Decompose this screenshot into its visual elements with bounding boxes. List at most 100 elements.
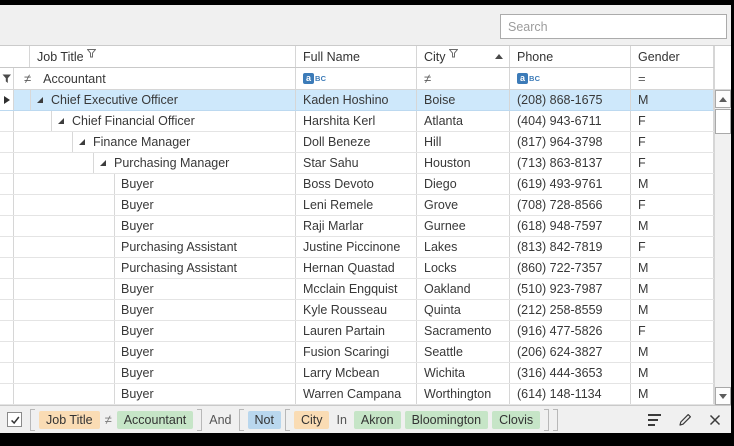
column-header-full-name[interactable]: Full Name bbox=[296, 46, 417, 67]
filter-field-chip[interactable]: City bbox=[294, 411, 330, 429]
job-title-cell[interactable]: Buyer bbox=[14, 363, 296, 383]
city-cell[interactable]: Houston bbox=[417, 153, 510, 173]
gender-cell[interactable]: M bbox=[631, 90, 714, 110]
filter-menu-icon[interactable] bbox=[648, 414, 661, 426]
full-name-cell[interactable]: Justine Piccinone bbox=[296, 237, 417, 257]
filter-funnel-icon[interactable] bbox=[87, 49, 96, 58]
job-title-cell[interactable]: Purchasing Manager bbox=[14, 153, 296, 173]
tree-expander-icon[interactable] bbox=[100, 160, 106, 166]
gender-cell[interactable]: M bbox=[631, 384, 714, 404]
close-filter-icon[interactable] bbox=[709, 414, 721, 426]
city-cell[interactable]: Seattle bbox=[417, 342, 510, 362]
gender-cell[interactable]: M bbox=[631, 342, 714, 362]
table-row[interactable]: Purchasing AssistantHernan QuastadLocks(… bbox=[0, 258, 714, 279]
filter-not-chip[interactable]: Not bbox=[248, 411, 281, 429]
scroll-up-button[interactable] bbox=[715, 90, 731, 108]
table-row[interactable]: BuyerWarren CampanaWorthington(614) 148-… bbox=[0, 384, 714, 405]
filter-keyword-token[interactable]: In bbox=[333, 413, 349, 427]
search-input[interactable] bbox=[500, 14, 727, 39]
job-title-cell[interactable]: Chief Executive Officer bbox=[14, 90, 296, 110]
gender-cell[interactable]: F bbox=[631, 321, 714, 341]
phone-cell[interactable]: (316) 444-3653 bbox=[510, 363, 631, 383]
column-header-city[interactable]: City bbox=[417, 46, 510, 67]
table-row[interactable]: Chief Executive OfficerKaden HoshinoBois… bbox=[0, 90, 714, 111]
full-name-cell[interactable]: Doll Beneze bbox=[296, 132, 417, 152]
phone-cell[interactable]: (206) 624-3827 bbox=[510, 342, 631, 362]
job-title-cell[interactable]: Buyer bbox=[14, 321, 296, 341]
city-cell[interactable]: Wichita bbox=[417, 363, 510, 383]
job-title-cell[interactable]: Purchasing Assistant bbox=[14, 237, 296, 257]
filter-value-chip[interactable]: Bloomington bbox=[405, 411, 489, 429]
phone-cell[interactable]: (212) 258-8559 bbox=[510, 300, 631, 320]
table-row[interactable]: BuyerFusion ScaringiSeattle(206) 624-382… bbox=[0, 342, 714, 363]
filter-cell-gender[interactable]: = bbox=[631, 68, 714, 89]
column-header-job-title[interactable]: Job Title bbox=[30, 46, 296, 67]
phone-cell[interactable]: (614) 148-1134 bbox=[510, 384, 631, 404]
gender-cell[interactable]: M bbox=[631, 300, 714, 320]
phone-cell[interactable]: (713) 863-8137 bbox=[510, 153, 631, 173]
filter-funnel-icon[interactable] bbox=[449, 49, 458, 58]
job-title-cell[interactable]: Buyer bbox=[14, 384, 296, 404]
table-row[interactable]: Finance ManagerDoll BenezeHill(817) 964-… bbox=[0, 132, 714, 153]
phone-cell[interactable]: (817) 964-3798 bbox=[510, 132, 631, 152]
city-cell[interactable]: Grove bbox=[417, 195, 510, 215]
full-name-cell[interactable]: Mcclain Engquist bbox=[296, 279, 417, 299]
filter-operator-token[interactable]: ≠ bbox=[104, 412, 113, 427]
full-name-cell[interactable]: Raji Marlar bbox=[296, 216, 417, 236]
phone-cell[interactable]: (619) 493-9761 bbox=[510, 174, 631, 194]
full-name-cell[interactable]: Kyle Rousseau bbox=[296, 300, 417, 320]
filter-cell-city[interactable]: ≠ bbox=[417, 68, 510, 89]
city-cell[interactable]: Sacramento bbox=[417, 321, 510, 341]
city-cell[interactable]: Gurnee bbox=[417, 216, 510, 236]
scrollbar-thumb[interactable] bbox=[715, 109, 731, 134]
filter-operator[interactable]: ≠ bbox=[24, 71, 31, 86]
city-cell[interactable]: Hill bbox=[417, 132, 510, 152]
filter-value-chip[interactable]: Clovis bbox=[492, 411, 540, 429]
tree-expander-icon[interactable] bbox=[79, 139, 85, 145]
full-name-cell[interactable]: Star Sahu bbox=[296, 153, 417, 173]
job-title-cell[interactable]: Chief Financial Officer bbox=[14, 111, 296, 131]
filter-cell-phone[interactable]: a BC bbox=[510, 68, 631, 89]
city-cell[interactable]: Boise bbox=[417, 90, 510, 110]
city-cell[interactable]: Diego bbox=[417, 174, 510, 194]
city-cell[interactable]: Atlanta bbox=[417, 111, 510, 131]
phone-cell[interactable]: (618) 948-7597 bbox=[510, 216, 631, 236]
edit-filter-icon[interactable] bbox=[678, 413, 692, 427]
gender-cell[interactable]: M bbox=[631, 216, 714, 236]
table-row[interactable]: Chief Financial OfficerHarshita KerlAtla… bbox=[0, 111, 714, 132]
city-cell[interactable]: Oakland bbox=[417, 279, 510, 299]
table-row[interactable]: Purchasing ManagerStar SahuHouston(713) … bbox=[0, 153, 714, 174]
full-name-cell[interactable]: Boss Devoto bbox=[296, 174, 417, 194]
table-row[interactable]: BuyerRaji MarlarGurnee(618) 948-7597M bbox=[0, 216, 714, 237]
job-title-cell[interactable]: Buyer bbox=[14, 216, 296, 236]
job-title-cell[interactable]: Finance Manager bbox=[14, 132, 296, 152]
column-header-phone[interactable]: Phone bbox=[510, 46, 631, 67]
gender-cell[interactable]: F bbox=[631, 111, 714, 131]
phone-cell[interactable]: (208) 868-1675 bbox=[510, 90, 631, 110]
phone-cell[interactable]: (916) 477-5826 bbox=[510, 321, 631, 341]
gender-cell[interactable]: M bbox=[631, 174, 714, 194]
city-cell[interactable]: Worthington bbox=[417, 384, 510, 404]
city-cell[interactable]: Lakes bbox=[417, 237, 510, 257]
gender-cell[interactable]: F bbox=[631, 237, 714, 257]
full-name-cell[interactable]: Fusion Scaringi bbox=[296, 342, 417, 362]
full-name-cell[interactable]: Hernan Quastad bbox=[296, 258, 417, 278]
phone-cell[interactable]: (813) 842-7819 bbox=[510, 237, 631, 257]
full-name-cell[interactable]: Kaden Hoshino bbox=[296, 90, 417, 110]
filter-value[interactable]: Accountant bbox=[43, 72, 106, 86]
filter-value-chip[interactable]: Accountant bbox=[117, 411, 194, 429]
phone-cell[interactable]: (510) 923-7987 bbox=[510, 279, 631, 299]
table-row[interactable]: BuyerLeni RemeleGrove(708) 728-8566F bbox=[0, 195, 714, 216]
gender-cell[interactable]: M bbox=[631, 279, 714, 299]
filter-operator[interactable]: = bbox=[638, 71, 646, 86]
filter-value-chip[interactable]: Akron bbox=[354, 411, 401, 429]
phone-cell[interactable]: (404) 943-6711 bbox=[510, 111, 631, 131]
gender-cell[interactable]: F bbox=[631, 153, 714, 173]
gender-cell[interactable]: F bbox=[631, 195, 714, 215]
table-row[interactable]: Purchasing AssistantJustine PiccinoneLak… bbox=[0, 237, 714, 258]
gender-cell[interactable]: F bbox=[631, 132, 714, 152]
full-name-cell[interactable]: Larry Mcbean bbox=[296, 363, 417, 383]
gender-cell[interactable]: M bbox=[631, 363, 714, 383]
column-header-gender[interactable]: Gender bbox=[631, 46, 714, 67]
table-row[interactable]: BuyerKyle RousseauQuinta(212) 258-8559M bbox=[0, 300, 714, 321]
